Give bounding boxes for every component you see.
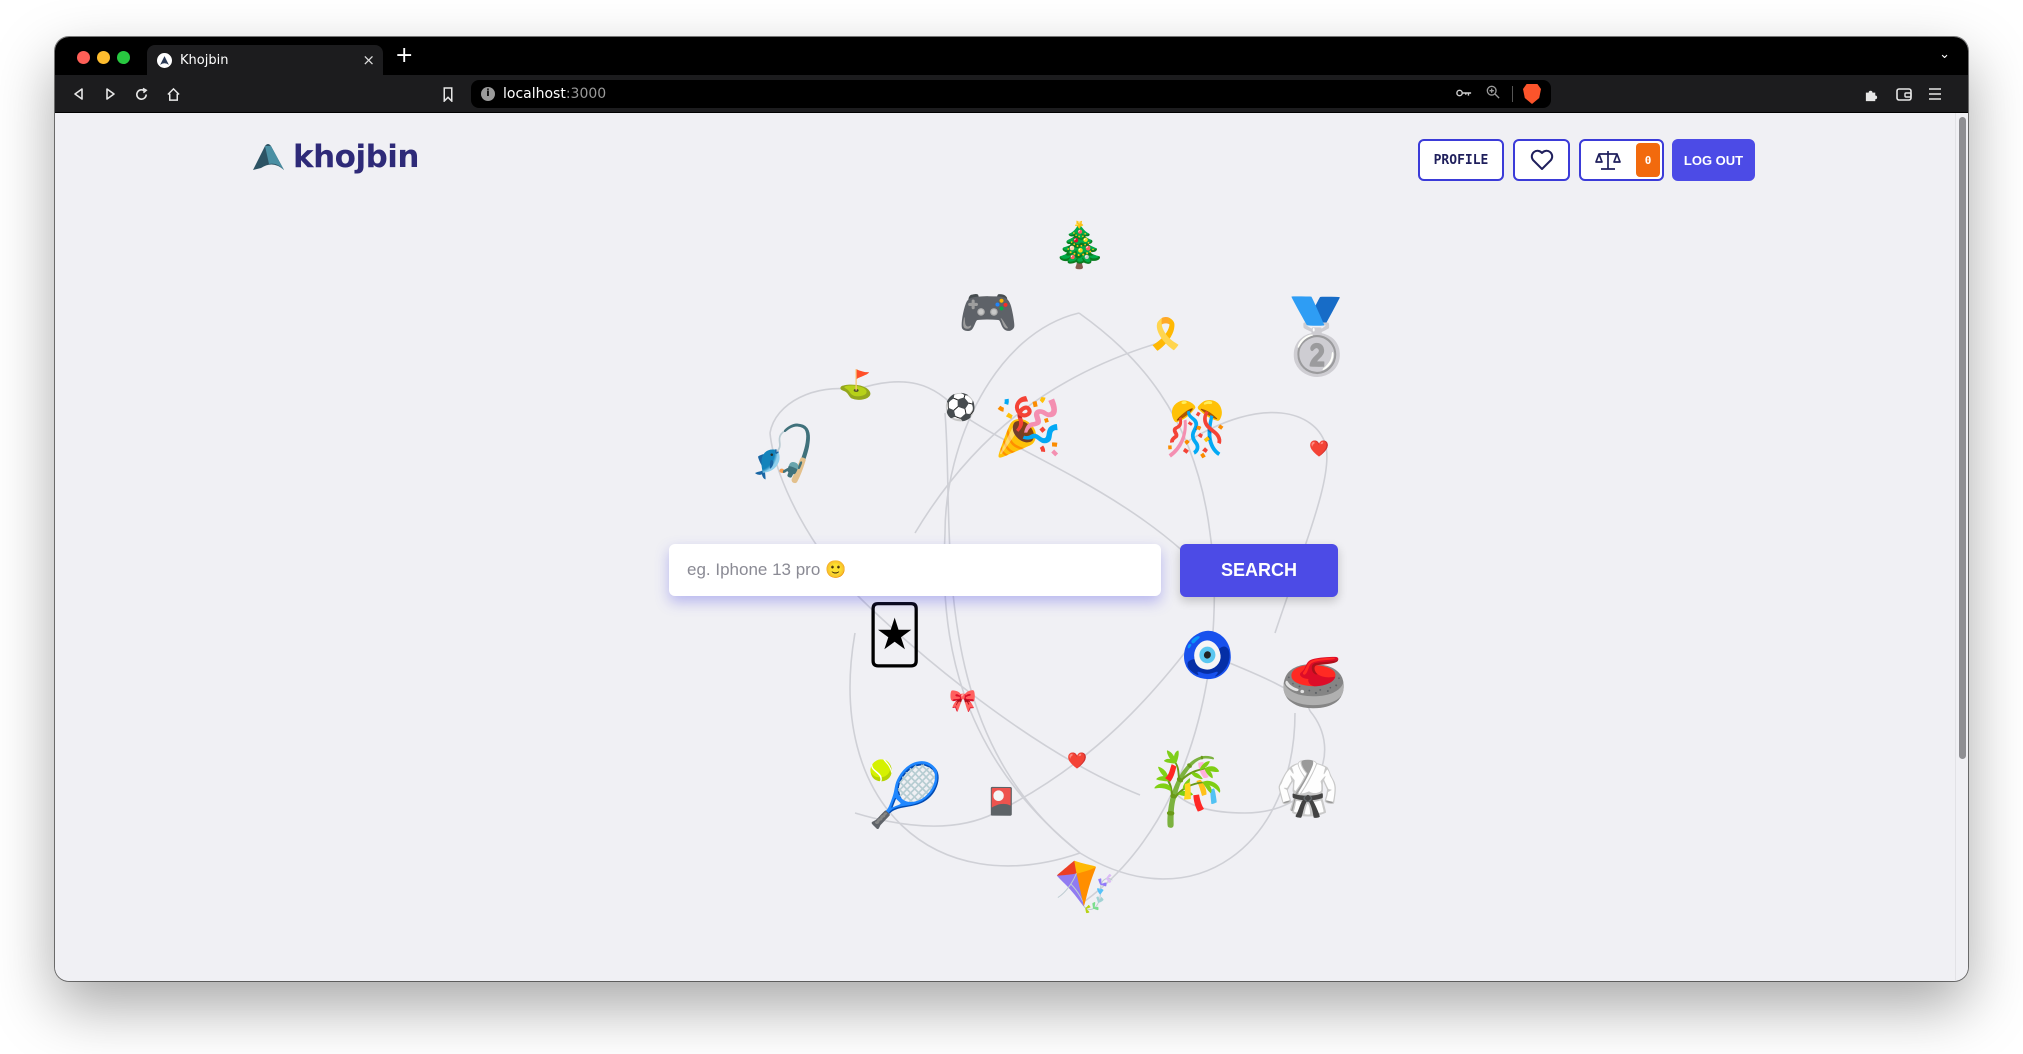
- nazar-amulet-icon: 🧿: [1180, 630, 1235, 681]
- url-divider: [1512, 86, 1513, 102]
- maximize-window-button[interactable]: [117, 51, 130, 64]
- khojbin-favicon-icon: [157, 52, 172, 68]
- bookmark-icon[interactable]: [438, 84, 458, 104]
- tanabata-tree-icon: 🎋: [1144, 748, 1232, 830]
- brave-shields-icon[interactable]: [1523, 84, 1541, 104]
- awareness-ribbon-icon: 🎗️: [1147, 317, 1185, 352]
- extensions-icon[interactable]: [1861, 84, 1881, 104]
- joker-card-icon: 🃏: [866, 603, 924, 668]
- url-port: :3000: [565, 86, 607, 102]
- tab-bar: Khojbin × + ⌄: [55, 37, 1968, 75]
- address-bar[interactable]: i localhost:3000: [471, 80, 1551, 108]
- site-info-icon[interactable]: i: [481, 87, 495, 101]
- wallet-icon[interactable]: [1894, 84, 1914, 104]
- curling-stone-icon: 🥌: [1280, 651, 1348, 714]
- tab-title: Khojbin: [180, 52, 229, 68]
- kite-icon: 🪁: [1054, 858, 1117, 916]
- small-heart-icon: ❤️: [1309, 439, 1329, 458]
- browser-window: Khojbin × + ⌄ i localhost:3000 khojbin …: [55, 37, 1968, 981]
- new-tab-button[interactable]: +: [395, 44, 413, 68]
- password-key-icon[interactable]: [1456, 86, 1472, 102]
- search-button[interactable]: SEARCH: [1180, 544, 1338, 597]
- reload-icon[interactable]: [131, 84, 151, 104]
- url-host: localhost: [503, 86, 566, 102]
- browser-toolbar: i localhost:3000: [55, 75, 1968, 113]
- search-input[interactable]: [669, 544, 1161, 596]
- party-popper-icon: 🎉: [993, 395, 1063, 460]
- tab-list-chevron-icon[interactable]: ⌄: [1939, 47, 1950, 62]
- page-viewport: khojbin PROFILE 0 LOG OUT 🎄 🎮 🎗️ 🥈 ⛳ ⚽ 🎉…: [55, 113, 1955, 981]
- back-icon[interactable]: [69, 84, 89, 104]
- ribbon-bow-icon: 🎀: [949, 689, 977, 714]
- forward-icon[interactable]: [100, 84, 120, 104]
- martial-arts-uniform-icon: 🥋: [1275, 759, 1340, 819]
- golf-flag-icon: ⛳: [838, 368, 873, 401]
- menu-icon[interactable]: [1925, 84, 1945, 104]
- minimize-window-button[interactable]: [97, 51, 110, 64]
- silver-medal-icon: 🥈: [1272, 294, 1362, 378]
- flower-card-icon: 🎴: [985, 787, 1018, 817]
- vertical-scrollbar[interactable]: [1955, 113, 1968, 981]
- heart-icon-decor: ❤️: [1067, 751, 1087, 770]
- game-controller-icon: 🎮: [958, 285, 1018, 341]
- confetti-ball-icon: 🎊: [1164, 400, 1229, 460]
- soccer-ball-icon: ⚽: [944, 393, 977, 423]
- close-tab-icon[interactable]: ×: [362, 51, 375, 69]
- close-window-button[interactable]: [77, 51, 90, 64]
- scrollbar-thumb[interactable]: [1959, 117, 1966, 759]
- zoom-icon[interactable]: [1486, 85, 1500, 103]
- christmas-tree-icon: 🎄: [1052, 220, 1107, 271]
- tab-khojbin[interactable]: Khojbin ×: [147, 45, 383, 75]
- home-icon[interactable]: [163, 84, 183, 104]
- tennis-racket-icon: 🎾: [866, 758, 944, 831]
- fishing-pole-icon: 🎣: [749, 422, 817, 485]
